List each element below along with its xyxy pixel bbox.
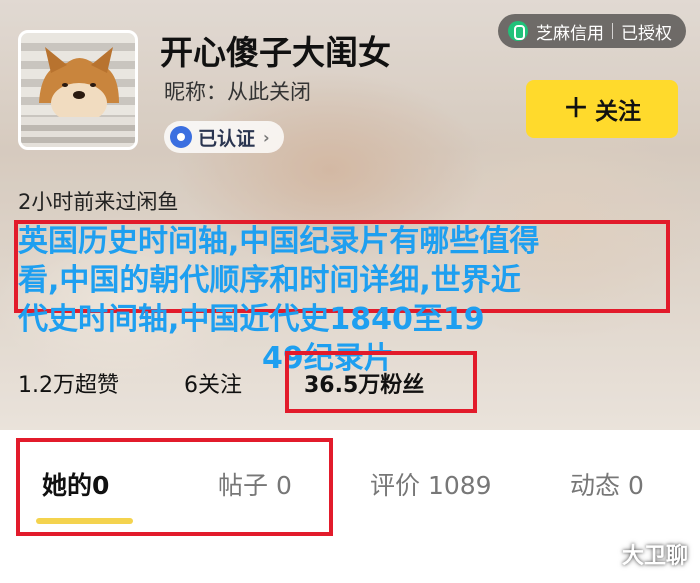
last-seen-text: 2小时前来过闲鱼 bbox=[18, 190, 179, 214]
follow-button[interactable]: ＋ 关注 bbox=[526, 80, 678, 138]
dog-avatar-icon bbox=[21, 47, 135, 147]
zhima-logo-icon bbox=[508, 21, 528, 41]
verified-shield-icon bbox=[170, 126, 192, 148]
zhima-status: 已授权 bbox=[621, 23, 672, 44]
bio-line: 看,中国的朝代顺序和时间详细,世界近 bbox=[18, 263, 521, 298]
plus-icon: ＋ bbox=[562, 94, 589, 124]
divider bbox=[612, 23, 613, 39]
verified-label: 已认证 bbox=[198, 127, 256, 150]
tab-posts[interactable]: 帖子 0 bbox=[218, 466, 292, 502]
tab-activity[interactable]: 动态 0 bbox=[570, 466, 644, 502]
zhima-credit-badge[interactable]: 芝麻信用 已授权 bbox=[498, 14, 686, 48]
follow-label: 关注 bbox=[595, 99, 641, 125]
active-tab-indicator bbox=[36, 518, 133, 524]
username: 开心傻子大闺女 bbox=[160, 33, 391, 72]
content-area bbox=[0, 550, 700, 583]
bio-line: 代史时间轴,中国近代史1840至19 bbox=[18, 302, 485, 337]
avatar[interactable] bbox=[18, 30, 138, 150]
fans-highlight-box bbox=[285, 351, 477, 413]
zhima-label: 芝麻信用 bbox=[536, 23, 604, 44]
nickname: 昵称：从此关闭 bbox=[164, 80, 311, 104]
watermark: 大卫聊 bbox=[621, 544, 688, 569]
chevron-right-icon: › bbox=[263, 127, 270, 147]
verified-badge[interactable]: 已认证 › bbox=[164, 121, 284, 153]
tab-hers[interactable]: 她的0 bbox=[42, 466, 109, 502]
tab-reviews[interactable]: 评价 1089 bbox=[370, 466, 492, 502]
bio-line: 英国历史时间轴,中国纪录片有哪些值得 bbox=[18, 224, 540, 259]
profile-tabs: 她的0 帖子 0 评价 1089 动态 0 bbox=[0, 430, 700, 550]
likes-count[interactable]: 1.2万超赞 bbox=[18, 367, 184, 399]
